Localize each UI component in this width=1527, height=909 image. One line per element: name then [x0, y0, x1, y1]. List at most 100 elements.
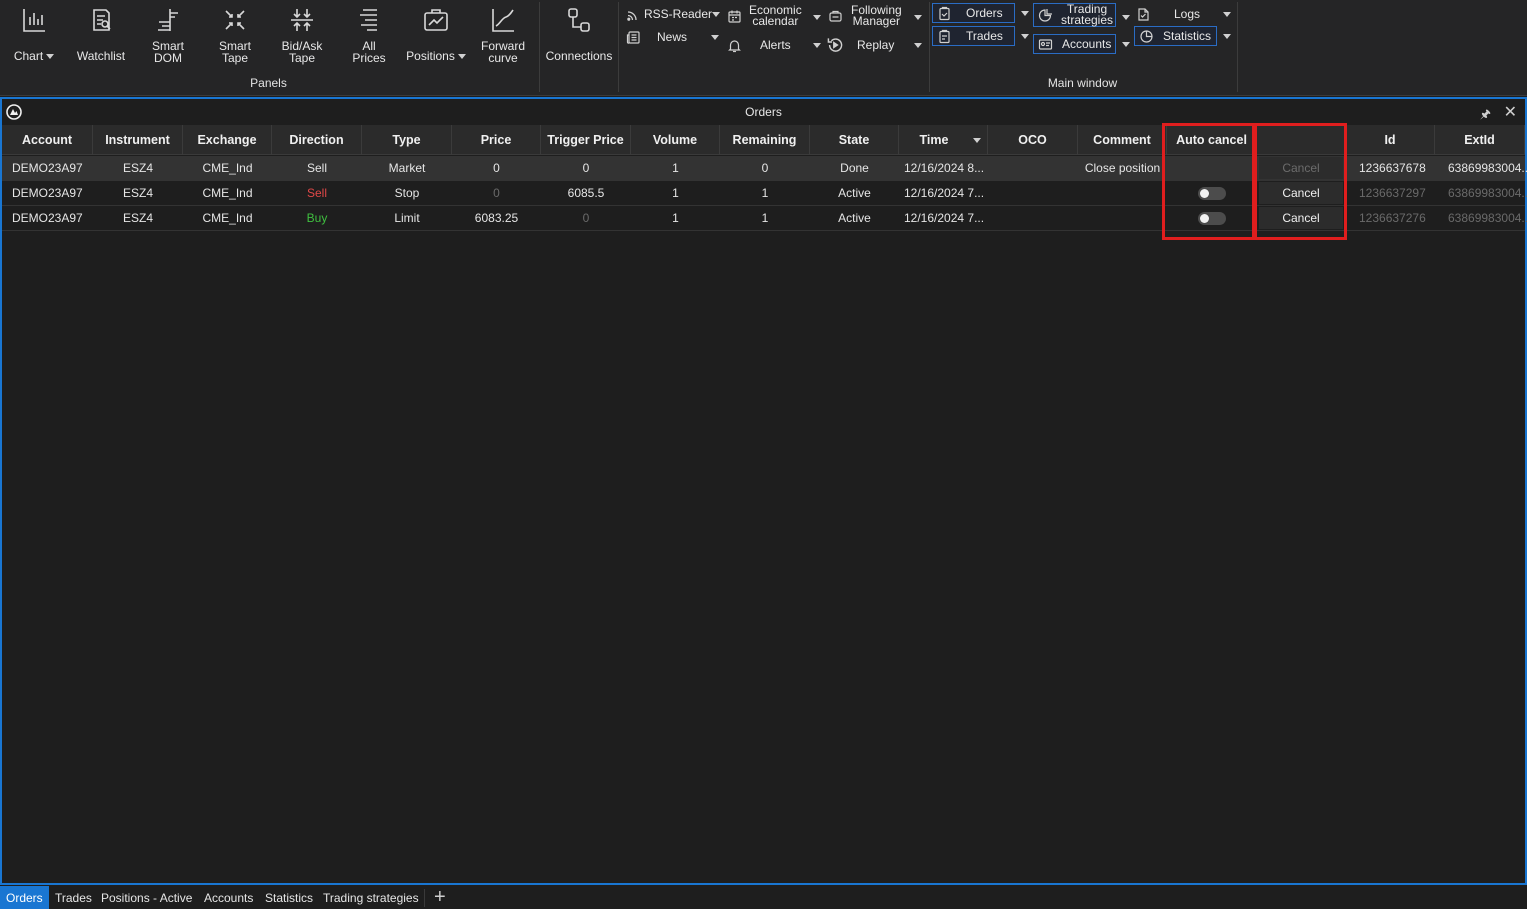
chevron-down-icon[interactable] [46, 54, 55, 60]
column-header-id[interactable]: Id [1346, 125, 1435, 155]
column-header-price[interactable]: Price [452, 125, 541, 155]
cell-price: 0 [493, 161, 500, 175]
alerts-button[interactable]: Alerts [727, 35, 791, 55]
chevron-down-icon[interactable] [457, 54, 466, 60]
cell-trigger-price: 6085.5 [567, 186, 605, 200]
table-row[interactable]: DEMO23A97 ESZ4 CME_Ind Buy Limit 6083.25 0 1 1 Ac… [2, 206, 1527, 231]
watchlist-button[interactable]: Watchlist [74, 4, 128, 72]
economic-calendar-label: Economic calendar [749, 3, 802, 28]
pin-icon[interactable]: 🖈 [1480, 105, 1491, 126]
chart-label: Chart [13, 49, 44, 63]
cell-time: 12/16/2024 7... [904, 211, 985, 225]
column-header-exchange[interactable]: Exchange [183, 125, 272, 155]
news-label: News [657, 29, 688, 44]
column-header-remaining[interactable]: Remaining [720, 125, 810, 155]
bidask-tape-button[interactable]: Bid/Ask Tape [276, 4, 328, 72]
economic-calendar-button[interactable]: Economic calendar [727, 4, 802, 28]
chevron-down-icon[interactable] [914, 43, 922, 48]
panel-title: Orders [745, 105, 782, 119]
column-header-type[interactable]: Type [362, 125, 452, 155]
tab-statistics[interactable]: Statistics [259, 886, 319, 909]
chevron-down-icon[interactable] [712, 12, 720, 17]
table-row[interactable]: DEMO23A97 ESZ4 CME_Ind Sell Market 0 0 1 0 Done 12… [2, 156, 1527, 181]
calendar-icon [728, 10, 741, 23]
cell-instrument: ESZ4 [122, 211, 153, 225]
cell-volume: 1 [672, 211, 679, 225]
cell-oco [988, 206, 1078, 230]
column-header-trigger-price[interactable]: Trigger Price [541, 125, 631, 155]
cell-exchange: CME_Ind [202, 186, 253, 200]
cell-extid: 63869983004... [1448, 211, 1527, 225]
cell-remaining: 1 [761, 186, 769, 200]
forward-curve-button[interactable]: Forward curve [477, 4, 529, 72]
panels-group-label: Panels [250, 76, 287, 90]
bidask-tape-label: Bid/Ask Tape [281, 39, 323, 65]
smart-tape-button[interactable]: Smart Tape [211, 4, 259, 72]
cancel-order-button[interactable]: Cancel [1259, 207, 1343, 229]
positions-button[interactable]: Positions [405, 4, 467, 72]
auto-cancel-toggle[interactable] [1198, 212, 1226, 225]
column-header-extid[interactable]: ExtId [1435, 125, 1525, 155]
alerts-label: Alerts [760, 37, 791, 52]
chart-button[interactable]: Chart [10, 4, 58, 72]
add-tab-icon[interactable]: + [434, 887, 446, 907]
replay-button[interactable]: Replay [826, 35, 894, 55]
cell-type: Limit [394, 211, 420, 225]
column-header-instrument[interactable]: Instrument [93, 125, 183, 155]
tab-divider [424, 889, 425, 907]
main-window-group: Main window [930, 0, 1235, 95]
toggle-knob [1200, 214, 1209, 223]
bidask-tape-icon [291, 9, 313, 31]
column-header-cancel[interactable] [1257, 125, 1346, 155]
positions-label: Positions [406, 49, 455, 63]
close-icon[interactable]: ✕ [1504, 102, 1517, 122]
cell-id: 1236637297 [1359, 186, 1426, 200]
column-header-auto-cancel[interactable]: Auto cancel [1167, 125, 1257, 155]
cell-instrument: ESZ4 [122, 161, 153, 175]
cell-trigger-price: 0 [582, 161, 590, 175]
tab-trades[interactable]: Trades [49, 886, 98, 909]
chart-icon [23, 9, 45, 32]
cancel-order-button[interactable]: Cancel [1259, 182, 1343, 204]
tab-trading-strategies[interactable]: Trading strategies [317, 886, 425, 909]
cell-state: Active [838, 186, 871, 200]
cell-remaining: 1 [761, 211, 769, 225]
tab-positions-active[interactable]: Positions - Active [95, 886, 198, 909]
chevron-down-icon[interactable] [813, 15, 821, 20]
bell-icon [728, 39, 741, 52]
cell-account: DEMO23A97 [12, 161, 83, 175]
cell-direction: Buy [306, 211, 328, 225]
all-prices-icon [360, 9, 377, 31]
cell-volume: 1 [672, 186, 679, 200]
bottom-tab-bar: Orders Trades Positions - Active Account… [0, 886, 1527, 909]
smart-dom-button[interactable]: Smart DOM [144, 4, 192, 72]
column-header-oco[interactable]: OCO [988, 125, 1078, 155]
smart-dom-label: Smart DOM [151, 39, 184, 65]
forward-curve-icon [492, 9, 514, 32]
cell-time: 12/16/2024 7... [904, 186, 985, 200]
auto-cancel-toggle[interactable] [1198, 187, 1226, 200]
cancel-order-button[interactable]: Cancel [1259, 157, 1343, 179]
column-header-volume[interactable]: Volume [631, 125, 720, 155]
smart-dom-icon [158, 9, 178, 31]
cell-comment [1078, 181, 1167, 205]
column-header-comment[interactable]: Comment [1078, 125, 1167, 155]
chevron-down-icon[interactable] [914, 15, 922, 20]
news-button[interactable]: News [626, 27, 687, 47]
connections-button[interactable]: Connections [545, 4, 613, 72]
forward-curve-label: Forward curve [480, 39, 525, 65]
chevron-down-icon[interactable] [813, 43, 821, 48]
tab-accounts[interactable]: Accounts [198, 886, 259, 909]
tab-orders[interactable]: Orders [0, 886, 49, 909]
table-row[interactable]: DEMO23A97 ESZ4 CME_Ind Sell Stop 0 6085.5 1 1 Act… [2, 181, 1527, 206]
all-prices-button[interactable]: All Prices [345, 4, 393, 72]
column-header-state[interactable]: State [810, 125, 899, 155]
sort-chevron-icon[interactable] [973, 138, 981, 143]
chevron-down-icon[interactable] [711, 35, 719, 40]
column-header-direction[interactable]: Direction [272, 125, 362, 155]
rss-reader-button[interactable]: RSS-Reader [626, 4, 712, 24]
following-manager-button[interactable]: Following Manager [828, 4, 902, 28]
cell-price: 6083.25 [474, 211, 519, 225]
column-header-account[interactable]: Account [2, 125, 93, 155]
cell-oco [988, 181, 1078, 205]
